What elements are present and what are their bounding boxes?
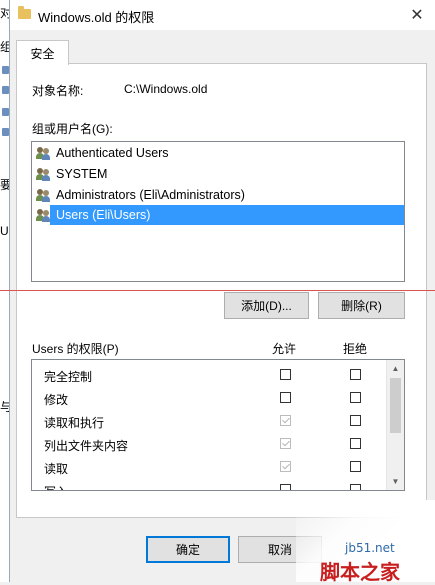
deny-column-header: 拒绝 [343,342,368,356]
allow-column-header: 允许 [272,342,297,356]
background-window-icon [2,66,9,74]
folder-icon [18,6,31,19]
permission-name: 列出文件夹内容 [44,439,129,453]
background-window-icon [2,86,9,94]
permissions-dialog: Windows.old 的权限 ✕ 安全 对象名称: C:\Windows.ol… [9,0,435,582]
deny-checkbox[interactable] [350,484,361,490]
background-window-icon [2,108,9,116]
permission-row: 读取 [32,456,387,479]
permissions-scrollbar[interactable]: ▲ ▼ [386,360,404,490]
allow-checkbox-checked-disabled [280,461,291,472]
background-window-icon [2,128,9,136]
allow-checkbox[interactable] [280,392,291,403]
allow-checkbox-checked-disabled [280,438,291,449]
annotation-line [0,290,435,291]
group-user-list[interactable]: Authenticated Users SYSTEM Administrator… [31,141,405,282]
tab-security[interactable]: 安全 [16,40,69,65]
users-icon [36,167,51,181]
deny-checkbox[interactable] [350,438,361,449]
permission-row: 读取和执行 [32,410,387,433]
permissions-title: Users 的权限(P) [32,342,119,356]
list-item-label: Administrators (Eli\Administrators) [56,188,245,202]
allow-checkbox[interactable] [280,369,291,380]
list-item[interactable]: Authenticated Users [36,143,171,163]
permission-name: 修改 [44,393,69,407]
list-item-selected[interactable]: Users (Eli\Users) [36,205,153,225]
permission-name: 读取 [44,462,69,476]
remove-button[interactable]: 删除(R) [318,292,405,319]
permission-row: 完全控制 [32,364,387,387]
permission-row: 列出文件夹内容 [32,433,387,456]
list-item[interactable]: SYSTEM [36,164,109,184]
allow-checkbox-checked-disabled [280,415,291,426]
watermark-brand: 脚本之家 [320,560,400,584]
list-item-label: SYSTEM [56,167,108,181]
scroll-down-arrow-icon[interactable]: ▼ [387,473,404,490]
title-bar: Windows.old 的权限 ✕ [10,0,435,30]
permission-row: 写入 [32,479,387,490]
deny-checkbox[interactable] [350,461,361,472]
users-icon [36,146,51,160]
group-list-label: 组或用户名(G): [32,122,113,136]
ok-button[interactable]: 确定 [146,536,230,563]
add-button[interactable]: 添加(D)... [224,292,309,319]
scroll-thumb[interactable] [390,378,401,433]
list-item-label: Users (Eli\Users) [54,208,153,222]
users-icon [36,188,51,202]
permission-name: 写入 [44,483,68,490]
permission-row: 修改 [32,387,387,410]
users-icon [36,208,51,222]
object-name-label: 对象名称: [32,84,84,98]
list-item-label: Authenticated Users [56,146,169,160]
allow-checkbox[interactable] [280,484,291,490]
watermark-url: jb51.net [345,541,395,555]
object-name-value: C:\Windows.old [124,82,208,96]
deny-checkbox[interactable] [350,392,361,403]
scroll-up-arrow-icon[interactable]: ▲ [387,360,404,377]
permission-name: 读取和执行 [44,416,105,430]
close-button[interactable]: ✕ [398,0,435,30]
deny-checkbox[interactable] [350,369,361,380]
permission-name: 完全控制 [44,370,93,384]
list-item[interactable]: Administrators (Eli\Administrators) [36,185,247,205]
permissions-list: 完全控制 修改 读取和执行 列出文件夹内容 读取 写入 [31,359,405,491]
deny-checkbox[interactable] [350,415,361,426]
window-title: Windows.old 的权限 [38,10,155,25]
